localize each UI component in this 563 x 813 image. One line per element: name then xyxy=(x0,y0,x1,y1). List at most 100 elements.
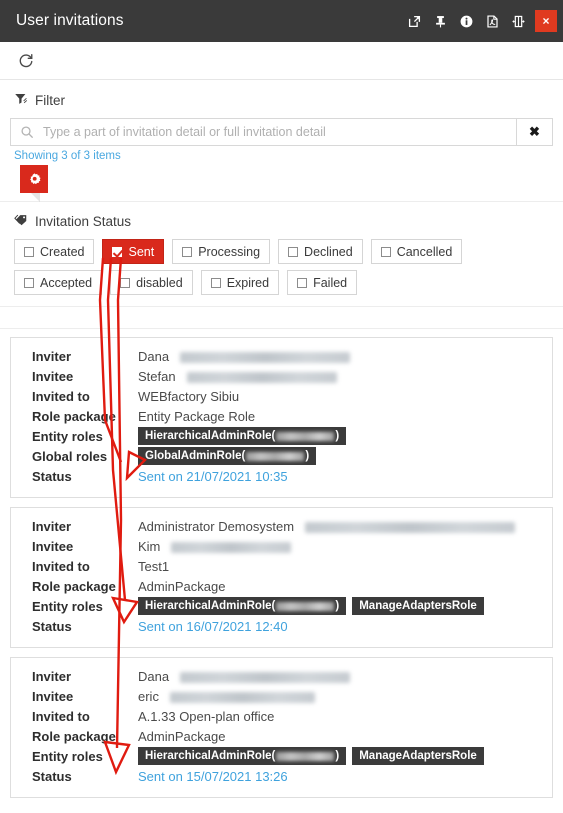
pdf-icon[interactable] xyxy=(479,0,505,42)
checkbox-icon xyxy=(24,246,34,257)
status-chip-declined[interactable]: Declined xyxy=(278,239,363,264)
redacted-email xyxy=(186,371,337,383)
invitation-row-role-package: Role package Entity Package Role xyxy=(21,407,542,427)
filter-section-header: Filter xyxy=(14,92,553,109)
redacted-email xyxy=(180,671,351,683)
status-link[interactable]: Sent on 21/07/2021 10:35 xyxy=(138,467,288,487)
role-badge[interactable]: HierarchicalAdminRole() xyxy=(138,747,347,765)
refresh-icon[interactable] xyxy=(14,49,38,73)
clear-search-button[interactable]: ✖ xyxy=(516,119,552,145)
row-value-text: Administrator Demosystem xyxy=(138,519,295,534)
redacted-email xyxy=(180,351,351,363)
status-link[interactable]: Sent on 15/07/2021 13:26 xyxy=(138,767,288,787)
checkbox-icon xyxy=(182,246,193,257)
status-chip-sent[interactable]: Sent xyxy=(102,239,165,264)
gear-button-tail xyxy=(31,193,40,202)
status-chip-expired[interactable]: Expired xyxy=(200,270,280,295)
status-link[interactable]: Sent on 16/07/2021 12:40 xyxy=(138,617,288,637)
role-badge[interactable]: ManageAdaptersRole xyxy=(352,597,484,615)
invitation-row-invited-to: Invited to WEBfactory Sibiu xyxy=(21,387,542,407)
status-filter-chips: Created Sent Processing Declined Cancelled Ac… xyxy=(14,239,553,295)
gear-icon xyxy=(29,172,41,184)
role-badge-text: HierarchicalAdminRole( xyxy=(145,430,276,442)
status-chip-processing[interactable]: Processing xyxy=(172,239,271,264)
window-title: User invitations xyxy=(16,12,124,29)
role-badge[interactable]: ManageAdaptersRole xyxy=(352,747,484,765)
row-value: eric xyxy=(138,687,315,707)
row-label: Status xyxy=(32,769,72,784)
window-actions: × xyxy=(401,0,563,42)
row-label: Entity roles xyxy=(32,429,103,444)
status-chip-failed[interactable]: Failed xyxy=(287,270,358,295)
user-invitations-window: User invitations × Filter Type a part of… xyxy=(0,0,563,813)
status-chip-label: Failed xyxy=(313,275,348,290)
filter-section-title: Filter xyxy=(35,93,65,108)
row-value: Sent on 15/07/2021 13:26 xyxy=(138,767,288,787)
status-chip-accepted[interactable]: Accepted xyxy=(14,270,103,295)
row-value-text: Kim xyxy=(138,539,161,554)
checkbox-icon xyxy=(112,246,123,257)
invitation-status-title: Invitation Status xyxy=(35,214,132,229)
status-chip-label: Processing xyxy=(198,244,261,259)
status-chip-cancelled[interactable]: Cancelled xyxy=(370,239,463,264)
checkbox-icon xyxy=(380,246,391,257)
pin-icon[interactable] xyxy=(427,0,453,42)
invitation-row-entity-roles: Entity roles HierarchicalAdminRole() Manag… xyxy=(21,597,542,617)
filter-settings-button[interactable] xyxy=(20,165,48,202)
role-badge[interactable]: HierarchicalAdminRole() xyxy=(138,597,347,615)
collapse-icon[interactable] xyxy=(505,0,531,42)
row-label: Invited to xyxy=(32,559,90,574)
role-badge[interactable]: GlobalAdminRole() xyxy=(138,447,317,465)
row-value: Stefan xyxy=(138,367,337,387)
redacted-email xyxy=(169,691,315,703)
role-badge-text: HierarchicalAdminRole( xyxy=(145,600,276,612)
showing-count: Showing 3 of 3 items xyxy=(14,150,121,162)
role-badge-list: HierarchicalAdminRole() ManageAdaptersRol… xyxy=(138,747,484,765)
window-titlebar: User invitations × xyxy=(0,0,563,42)
invitation-row-role-package: Role package AdminPackage xyxy=(21,577,542,597)
role-badge-text: HierarchicalAdminRole( xyxy=(145,750,276,762)
redacted-role-id xyxy=(276,751,335,761)
role-badge-list: HierarchicalAdminRole() xyxy=(138,427,347,445)
info-icon[interactable] xyxy=(453,0,479,42)
search-box[interactable]: ✖ xyxy=(10,118,553,146)
invitation-row-status: Status Sent on 21/07/2021 10:35 xyxy=(21,467,542,487)
status-chip-label: Expired xyxy=(226,275,270,290)
redacted-role-id xyxy=(276,601,335,611)
invitation-row-global-roles: Global roles GlobalAdminRole() xyxy=(21,447,542,467)
role-badge[interactable]: HierarchicalAdminRole() xyxy=(138,427,347,445)
row-value-text: eric xyxy=(138,689,159,704)
row-label: Invited to xyxy=(32,389,90,404)
row-label: Status xyxy=(32,619,72,634)
redacted-role-id xyxy=(246,451,305,461)
role-badge-text: ManageAdaptersRole xyxy=(359,600,477,612)
close-button[interactable]: × xyxy=(535,10,557,32)
row-value: Dana xyxy=(138,667,351,687)
row-value: Administrator Demosystem xyxy=(138,517,516,537)
search-input[interactable] xyxy=(43,119,516,145)
invitation-status-section: Invitation Status Created Sent Processing D… xyxy=(0,202,563,307)
checkbox-icon xyxy=(288,246,299,257)
row-value-text: Dana xyxy=(138,669,170,684)
role-badge-suffix: ) xyxy=(335,600,340,612)
row-value: Test1 xyxy=(138,557,169,577)
invitation-row-invitee: Invitee Stefan xyxy=(21,367,542,387)
row-value: Entity Package Role xyxy=(138,407,255,427)
row-value-text: A.1.33 Open-plan office xyxy=(138,709,275,724)
popout-icon[interactable] xyxy=(401,0,427,42)
status-chip-disabled[interactable]: disabled xyxy=(110,270,193,295)
invitation-card[interactable]: Inviter Dana Invitee Stefan Invited to WEBfac… xyxy=(10,337,553,498)
invitation-row-invited-to: Invited to A.1.33 Open-plan office xyxy=(21,707,542,727)
invitation-row-status: Status Sent on 16/07/2021 12:40 xyxy=(21,617,542,637)
invitation-card[interactable]: Inviter Administrator Demosystem Invitee Ki… xyxy=(10,507,553,648)
role-badge-text: GlobalAdminRole( xyxy=(145,450,246,462)
status-chip-label: Sent xyxy=(128,244,155,259)
row-value-text: WEBfactory Sibiu xyxy=(138,389,240,404)
row-label: Inviter xyxy=(32,519,72,534)
invitation-card[interactable]: Inviter Dana Invitee eric Invited to A.1.33 O… xyxy=(10,657,553,798)
invitation-row-status: Status Sent on 15/07/2021 13:26 xyxy=(21,767,542,787)
invitation-row-inviter: Inviter Dana xyxy=(21,667,542,687)
status-chip-label: disabled xyxy=(136,275,183,290)
row-label: Status xyxy=(32,469,72,484)
status-chip-created[interactable]: Created xyxy=(14,239,95,264)
